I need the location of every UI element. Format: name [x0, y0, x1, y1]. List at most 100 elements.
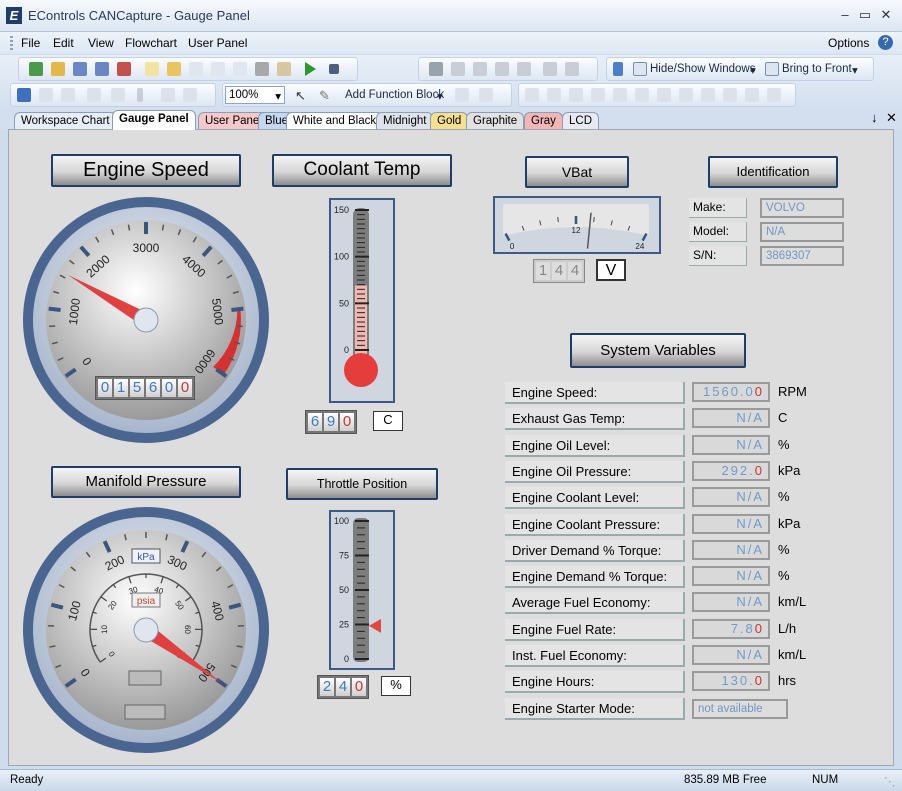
distribute-icon[interactable]	[767, 88, 781, 102]
align-bottom-icon[interactable]	[525, 88, 539, 102]
chevron-down-icon[interactable]: ▾	[750, 63, 756, 77]
throttle-position-title: Throttle Position	[286, 468, 438, 500]
vbat-unit: V	[596, 259, 626, 281]
engine-speed-title: Engine Speed	[51, 154, 241, 187]
close-button[interactable]: ✕	[877, 6, 895, 24]
sv-value-text: N/A	[736, 515, 764, 531]
paste-icon[interactable]	[473, 62, 487, 76]
redo-icon[interactable]	[565, 62, 579, 76]
menu-options[interactable]: Options	[828, 36, 869, 50]
text-field-icon[interactable]	[61, 88, 75, 102]
font-icon[interactable]	[39, 88, 53, 102]
down-arrow-icon[interactable]	[613, 62, 623, 76]
throttle-tick-label: 50	[339, 585, 349, 595]
sv-value-text: 7.8	[730, 620, 755, 636]
menu-edit[interactable]: Edit	[53, 36, 74, 50]
tab-white-and-black[interactable]: White and Black	[286, 112, 384, 130]
chart-icon[interactable]	[17, 88, 31, 102]
zoom-select[interactable]: 100% ▾	[225, 86, 285, 104]
add-function-block-button[interactable]: Add Function Block	[345, 89, 444, 101]
same-width-icon[interactable]	[679, 88, 693, 102]
print-icon[interactable]	[255, 62, 269, 76]
undo-icon[interactable]	[543, 62, 557, 76]
tab-gauge-panel[interactable]: Gauge Panel	[112, 110, 196, 130]
bring-to-front-button[interactable]: Bring to Front	[782, 63, 852, 75]
hide-show-windows-button[interactable]: Hide/Show Windows	[650, 63, 755, 75]
document-icon[interactable]	[145, 62, 159, 76]
cut-icon[interactable]	[429, 62, 443, 76]
stop-icon[interactable]	[329, 64, 339, 74]
tab-lcd[interactable]: LCD	[562, 112, 600, 130]
space-h-icon[interactable]	[723, 88, 737, 102]
readout-digit: 1	[114, 379, 128, 397]
save-as-icon[interactable]	[95, 62, 109, 76]
same-height-icon[interactable]	[701, 88, 715, 102]
chevron-down-icon[interactable]: ▾	[852, 63, 858, 77]
align-middle-icon[interactable]	[547, 88, 561, 102]
pin-icon[interactable]: ↓	[871, 110, 878, 125]
help-icon[interactable]: ?	[878, 35, 893, 50]
maximize-button[interactable]: ▭	[856, 6, 874, 24]
block-props-icon[interactable]	[479, 88, 493, 102]
open-icon[interactable]	[51, 62, 65, 76]
align-right-icon[interactable]	[613, 88, 627, 102]
print-preview-icon[interactable]	[277, 62, 291, 76]
sv-value-text: N/A	[736, 594, 764, 610]
align-center-icon[interactable]	[569, 88, 583, 102]
run-icon[interactable]	[305, 62, 316, 76]
save-icon[interactable]	[73, 62, 87, 76]
throttle-bar-gauge: 100 75 50 25 0	[329, 510, 395, 670]
space-v-icon[interactable]	[745, 88, 759, 102]
export-icon[interactable]	[233, 62, 247, 76]
ident-value: 3869307	[760, 246, 844, 266]
coolant-temp-title: Coolant Temp	[272, 154, 452, 187]
menu-flowchart[interactable]: Flowchart	[125, 36, 177, 50]
menu-bar: File Edit View Flowchart User Panel Opti…	[0, 32, 902, 54]
align-left-icon[interactable]	[591, 88, 605, 102]
sv-label: Engine Coolant Level:	[505, 487, 685, 510]
copy-page-icon[interactable]	[189, 62, 203, 76]
tab-gray[interactable]: Gray	[524, 112, 563, 130]
throttle-tick-label: 100	[334, 516, 349, 526]
scissor-tool-icon[interactable]	[87, 88, 101, 102]
delete-icon[interactable]	[495, 62, 509, 76]
inner-readout-box	[128, 670, 162, 686]
duplicate-icon[interactable]	[517, 62, 531, 76]
menu-view[interactable]: View	[88, 36, 114, 50]
resize-grip-icon[interactable]: ⋱	[884, 774, 896, 788]
status-bar: Ready 835.89 MB Free NUM ⋱	[0, 769, 902, 791]
menu-file[interactable]: File	[21, 36, 40, 50]
readout-digit: 0	[98, 379, 112, 397]
pen-icon[interactable]: ✎	[319, 88, 333, 103]
ungroup-icon[interactable]	[183, 88, 197, 102]
folder-icon[interactable]	[167, 62, 181, 76]
group-icon[interactable]	[161, 88, 175, 102]
new-workspace-icon[interactable]	[29, 62, 43, 76]
close-tab-icon[interactable]: ✕	[886, 110, 897, 126]
ident-label: S/N:	[689, 246, 747, 266]
tab-workspace-chart[interactable]: Workspace Chart	[14, 112, 117, 130]
gauge-tick-label: 3000	[133, 241, 160, 255]
chevron-down-icon[interactable]: ▾	[437, 89, 443, 103]
sv-value-decimal: 0	[754, 462, 764, 478]
tab-gold[interactable]: Gold	[430, 112, 469, 130]
sv-value-field: 292.0	[692, 460, 770, 481]
readout-digit: 0	[178, 379, 192, 397]
menu-user-panel[interactable]: User Panel	[188, 36, 247, 50]
menu-grip[interactable]	[10, 36, 13, 50]
memory-status: 835.89 MB Free	[684, 774, 767, 786]
block-icon[interactable]	[455, 88, 469, 102]
database-icon[interactable]	[117, 62, 131, 76]
paste-page-icon[interactable]	[211, 62, 225, 76]
line-tool-icon[interactable]	[111, 88, 125, 102]
throttle-tick-label: 75	[339, 551, 349, 561]
same-size-icon[interactable]	[657, 88, 671, 102]
minimize-button[interactable]: –	[836, 6, 854, 24]
align-top-icon[interactable]	[635, 88, 649, 102]
tab-midnight[interactable]: Midnight	[376, 112, 434, 130]
pointer-icon[interactable]: ↖	[295, 88, 309, 103]
throttle-tick-label: 0	[344, 654, 349, 664]
copy-icon[interactable]	[451, 62, 465, 76]
tab-graphite[interactable]: Graphite	[466, 112, 525, 130]
needle-cap	[133, 307, 159, 333]
